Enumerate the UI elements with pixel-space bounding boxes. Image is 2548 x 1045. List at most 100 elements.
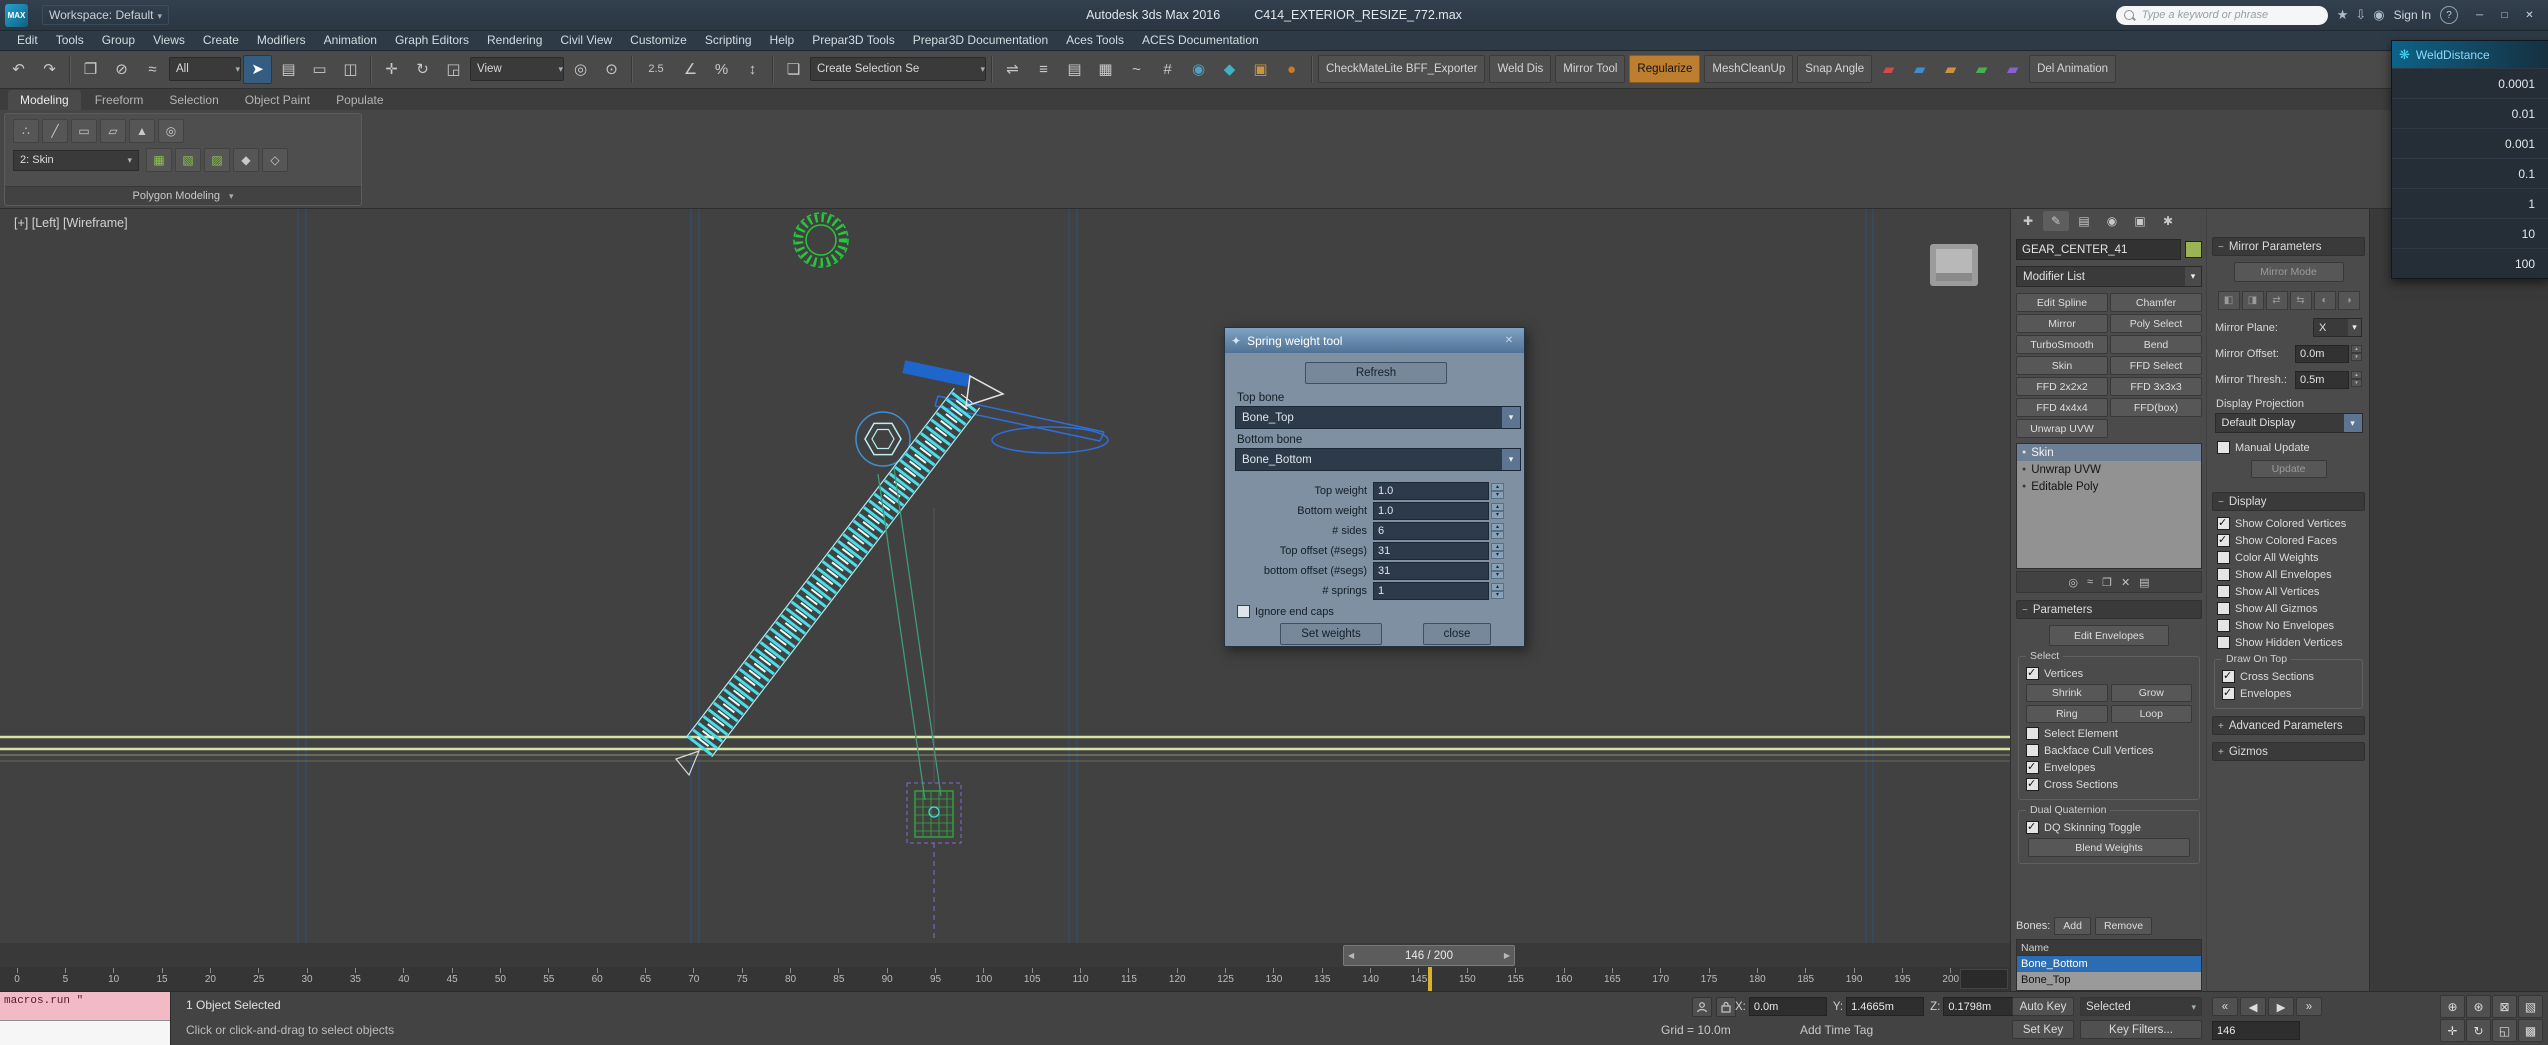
snap-toggle-icon[interactable]: 2.5 bbox=[638, 55, 674, 84]
ribbon-tab[interactable]: Modeling bbox=[8, 90, 81, 110]
shrink-button[interactable]: Shrink bbox=[2026, 684, 2108, 702]
display-checkbox[interactable]: Show All Gizmos bbox=[2217, 602, 2370, 615]
display-checkbox[interactable]: Show Colored Vertices bbox=[2217, 517, 2370, 530]
close-button[interactable]: close bbox=[1423, 623, 1491, 645]
window-crossing-icon[interactable]: ◫ bbox=[336, 55, 365, 84]
modifier-set-button[interactable]: TurboSmooth bbox=[2016, 335, 2108, 354]
spinner-field[interactable]: 1 bbox=[1373, 582, 1489, 600]
render-production-icon[interactable]: ● bbox=[1277, 55, 1306, 84]
updates-icon[interactable]: ⇩ bbox=[2355, 7, 2366, 23]
weld-distance-option[interactable]: 100 bbox=[2392, 248, 2548, 278]
del-animation-button[interactable]: Del Animation bbox=[2029, 55, 2116, 83]
bone-list-item[interactable]: Bone_Bottom bbox=[2017, 956, 2201, 972]
zoom-icon[interactable]: ⊕ bbox=[2440, 995, 2465, 1018]
search-input[interactable] bbox=[2140, 8, 2294, 22]
plugin-icon-1[interactable]: ▰ bbox=[1874, 55, 1903, 84]
top-bone-dropdown[interactable]: Bone_Top bbox=[1235, 406, 1521, 429]
menu-item[interactable]: Customize bbox=[621, 33, 696, 47]
modifier-set-button[interactable]: Unwrap UVW bbox=[2016, 419, 2108, 438]
modifier-set-button[interactable]: FFD(box) bbox=[2110, 398, 2202, 417]
weld-distance-option[interactable]: 10 bbox=[2392, 218, 2548, 248]
reference-coordinate-dropdown[interactable]: View bbox=[470, 57, 564, 81]
spinner-field[interactable]: 1.0 bbox=[1373, 502, 1489, 520]
ignore-end-caps-checkbox[interactable]: Ignore end caps bbox=[1237, 605, 1334, 618]
spinner-field[interactable]: 6 bbox=[1373, 522, 1489, 540]
rendered-frame-icon[interactable]: ▣ bbox=[1246, 55, 1275, 84]
edge-mode-icon[interactable]: ╱ bbox=[42, 119, 68, 143]
paste-left-bones-icon[interactable]: ◐ bbox=[2314, 291, 2336, 310]
element-mode-icon[interactable]: ▲ bbox=[129, 119, 155, 143]
spinner-arrows[interactable] bbox=[1491, 563, 1504, 579]
mirror-paste-right-icon[interactable]: ◨ bbox=[2242, 291, 2264, 310]
manual-update-checkbox[interactable]: Manual Update bbox=[2217, 441, 2370, 454]
go-to-start-icon[interactable]: « bbox=[2212, 997, 2238, 1016]
zoom-extents-all-icon[interactable]: ▩ bbox=[2518, 1019, 2543, 1042]
key-filters-button[interactable]: Key Filters... bbox=[2080, 1020, 2202, 1039]
toolbar-script-button[interactable]: Snap Angle bbox=[1797, 55, 1872, 83]
macro-recorder-line[interactable]: macros.run " bbox=[0, 992, 170, 1020]
edit-named-selections-icon[interactable]: ❏ bbox=[779, 55, 808, 84]
spinner-arrows[interactable] bbox=[1491, 523, 1504, 539]
zoom-extents-icon[interactable]: ⊠ bbox=[2492, 995, 2517, 1018]
dialog-title-bar[interactable]: Spring weight tool ✕ bbox=[1225, 328, 1524, 353]
coordinate-field[interactable]: 1.4665m bbox=[1846, 997, 1924, 1016]
previous-frame-icon[interactable]: ◀ bbox=[2240, 997, 2266, 1016]
auto-key-button[interactable]: Auto Key bbox=[2012, 997, 2074, 1016]
vertex-mode-icon[interactable]: ∴ bbox=[13, 119, 39, 143]
modifier-stack-row[interactable]: Editable Poly bbox=[2017, 478, 2201, 495]
dq-skinning-toggle-checkbox[interactable]: DQ Skinning Toggle bbox=[2026, 821, 2192, 834]
bone-list-item[interactable]: Bone_Top bbox=[2017, 972, 2201, 988]
display-checkbox[interactable]: Show All Vertices bbox=[2217, 585, 2370, 598]
user-icon[interactable]: ◉ bbox=[2373, 7, 2384, 23]
cross-sections-checkbox[interactable]: Cross Sections bbox=[2026, 778, 2192, 791]
angle-snap-icon[interactable]: ∠ bbox=[676, 55, 705, 84]
schematic-view-icon[interactable]: # bbox=[1153, 55, 1182, 84]
menu-item[interactable]: Graph Editors bbox=[386, 33, 478, 47]
undo-icon[interactable]: ↶ bbox=[4, 55, 33, 84]
current-modifier-dropdown[interactable]: 2: Skin bbox=[13, 150, 139, 171]
modifier-list-dropdown[interactable]: Modifier List bbox=[2016, 266, 2202, 287]
listener-line[interactable] bbox=[0, 1020, 170, 1045]
menu-item[interactable]: Civil View bbox=[551, 33, 621, 47]
weld-distance-option[interactable]: 0.0001 bbox=[2392, 68, 2548, 98]
menu-item[interactable]: Scripting bbox=[696, 33, 761, 47]
menu-item[interactable]: Prepar3D Documentation bbox=[904, 33, 1057, 47]
modifier-set-button[interactable]: FFD Select bbox=[2110, 356, 2202, 375]
current-frame-field[interactable]: 146 bbox=[2212, 1021, 2300, 1040]
menu-item[interactable]: Modifiers bbox=[248, 33, 315, 47]
border-mode-icon[interactable]: ▭ bbox=[71, 119, 97, 143]
modifier-set-button[interactable]: Poly Select bbox=[2110, 314, 2202, 333]
draw-on-top-checkbox[interactable]: Envelopes bbox=[2222, 687, 2355, 700]
create-tab-icon[interactable]: ✚ bbox=[2015, 211, 2041, 231]
paste-right-bones-icon[interactable]: ◑ bbox=[2338, 291, 2360, 310]
mirror-thresh-field[interactable]: 0.5m bbox=[2295, 371, 2349, 389]
motion-tab-icon[interactable]: ◉ bbox=[2099, 211, 2125, 231]
menu-item[interactable]: Tools bbox=[47, 33, 93, 47]
time-slider-track[interactable]: ◀ 146 / 200 ▶ bbox=[0, 943, 2010, 968]
edit-envelopes-button[interactable]: Edit Envelopes bbox=[2049, 625, 2169, 646]
menu-item[interactable]: Create bbox=[194, 33, 248, 47]
coordinate-field[interactable]: 0.1798m bbox=[1943, 997, 2021, 1016]
redo-icon[interactable]: ↷ bbox=[35, 55, 64, 84]
help-icon[interactable]: ? bbox=[2440, 6, 2458, 24]
utilities-tab-icon[interactable]: ✱ bbox=[2155, 211, 2181, 231]
weld-distance-option[interactable]: 0.01 bbox=[2392, 98, 2548, 128]
menu-item[interactable]: Aces Tools bbox=[1057, 33, 1133, 47]
plugin-icon-3[interactable]: ▰ bbox=[1936, 55, 1965, 84]
play-icon[interactable]: ▶ bbox=[2268, 997, 2294, 1016]
refresh-button[interactable]: Refresh bbox=[1305, 362, 1447, 384]
time-slider-handle[interactable]: ◀ 146 / 200 ▶ bbox=[1343, 945, 1515, 966]
sign-in-link[interactable]: Sign In bbox=[2394, 8, 2431, 22]
select-and-rotate-icon[interactable]: ↻ bbox=[408, 55, 437, 84]
spinner-arrows[interactable]: ▴▾ bbox=[2351, 345, 2362, 361]
display-projection-dropdown[interactable]: Default Display bbox=[2215, 413, 2363, 433]
modifier-set-button[interactable]: FFD 4x4x4 bbox=[2016, 398, 2108, 417]
toolbar-script-button[interactable]: Weld Dis bbox=[1489, 55, 1551, 83]
ribbon-tab[interactable]: Freeform bbox=[83, 90, 156, 110]
maximize-viewport-icon[interactable]: ◱ bbox=[2492, 1019, 2517, 1042]
add-bone-button[interactable]: Add bbox=[2054, 917, 2091, 935]
toolbar-script-button[interactable]: CheckMateLite BFF_Exporter bbox=[1318, 55, 1485, 83]
toolbar-script-button[interactable]: Regularize bbox=[1629, 55, 1700, 83]
preview-toggle-icon[interactable]: ◎ bbox=[158, 119, 184, 143]
spinner-snap-icon[interactable]: ↕ bbox=[738, 55, 767, 84]
